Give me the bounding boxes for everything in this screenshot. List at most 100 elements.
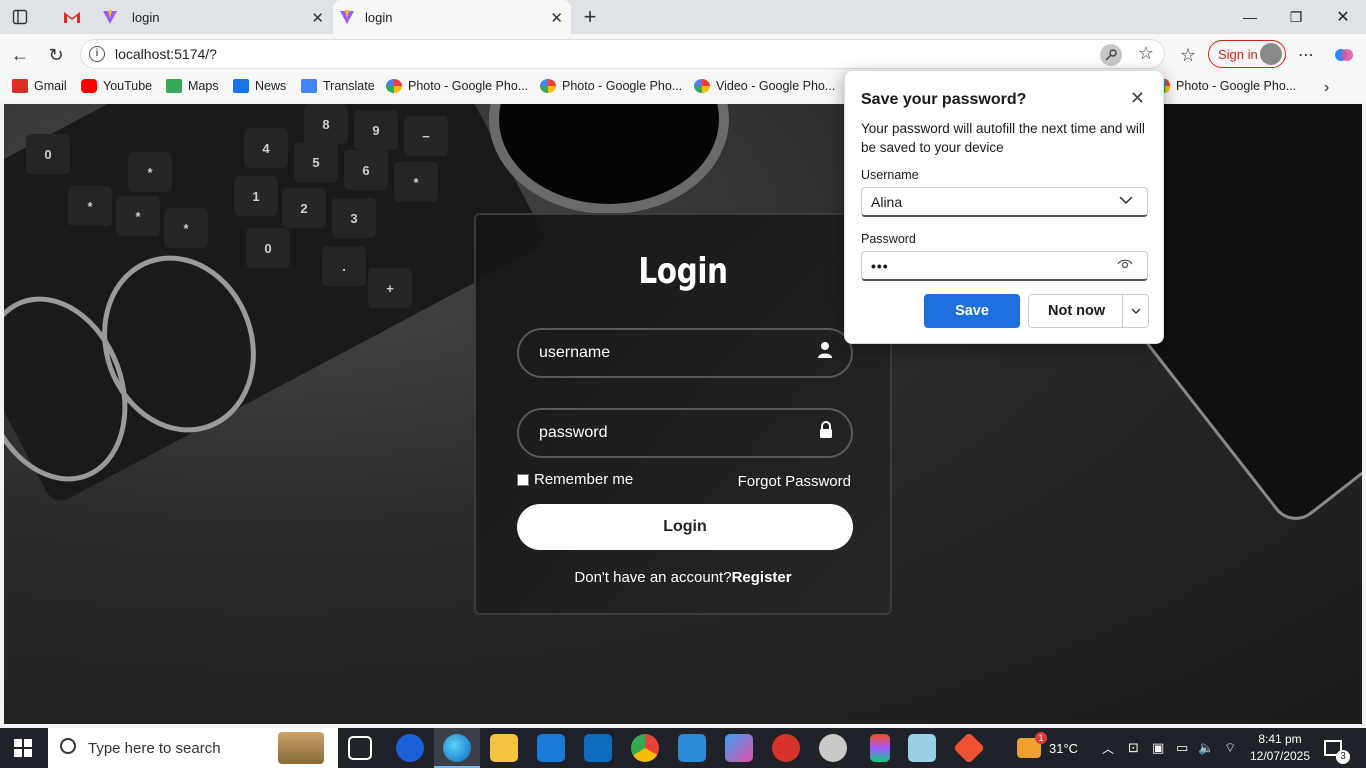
keyboard-key: 3	[332, 198, 376, 238]
battery-icon[interactable]: ▭	[1176, 728, 1188, 768]
bookmark-photo-1[interactable]: Photo - Google Pho...	[386, 79, 528, 93]
git-icon[interactable]	[953, 732, 985, 764]
bookmark-youtube[interactable]: YouTube	[81, 79, 152, 93]
bookmark-video[interactable]: Video - Google Pho...	[694, 79, 835, 93]
refresh-icon[interactable]: ↻	[42, 41, 70, 69]
keyboard-key: *	[164, 208, 208, 248]
chevron-down-icon[interactable]	[1122, 295, 1148, 327]
notifications-icon[interactable]: 3	[1324, 728, 1350, 768]
sidebar-toggle-icon[interactable]	[5, 5, 35, 29]
password-field[interactable]: •••	[861, 251, 1148, 281]
copilot-app-icon[interactable]	[725, 734, 753, 762]
bookmark-maps[interactable]: Maps	[166, 79, 219, 93]
chrome-icon[interactable]	[631, 734, 659, 762]
vscode-icon[interactable]	[678, 734, 706, 762]
coffee-mug-image	[489, 104, 729, 214]
weather-widget[interactable]: 1 31°C	[1017, 728, 1078, 768]
register-prompt-text: Don't have an account?	[574, 569, 732, 586]
display-icon[interactable]: ▣	[1152, 728, 1164, 768]
keyboard-key: 4	[244, 128, 288, 168]
favorites-icon[interactable]: ☆	[1174, 41, 1202, 69]
favorite-star-icon[interactable]: ☆	[1138, 43, 1154, 64]
more-icon[interactable]: ⋯	[1292, 41, 1320, 69]
password-input[interactable]: password	[517, 408, 853, 458]
network-icon[interactable]: ⊡	[1128, 728, 1139, 768]
close-tab-icon[interactable]: ✕	[311, 9, 324, 27]
url-text: localhost:5174/?	[115, 46, 217, 62]
volume-icon[interactable]: 🔈	[1198, 728, 1214, 768]
save-button[interactable]: Save	[924, 294, 1020, 328]
address-bar[interactable]: i localhost:5174/? ☆	[80, 39, 1165, 69]
tab-gmail[interactable]	[50, 0, 94, 34]
copilot-icon[interactable]	[1330, 41, 1358, 69]
bookmark-photo-3[interactable]: Photo - Google Pho...	[1160, 79, 1296, 93]
keyboard-key: 9	[354, 110, 398, 150]
username-value: Alina	[871, 193, 903, 210]
chevron-down-icon[interactable]	[1119, 194, 1133, 208]
eye-icon[interactable]	[1117, 258, 1133, 273]
new-tab-icon[interactable]: +	[575, 4, 605, 29]
figma-icon[interactable]	[870, 734, 890, 762]
store-icon[interactable]	[537, 734, 565, 762]
sign-in-button[interactable]: Sign in	[1208, 40, 1286, 68]
close-icon[interactable]: ✕	[1130, 88, 1145, 109]
username-input[interactable]: username	[517, 328, 853, 378]
key-icon[interactable]	[1100, 44, 1122, 66]
keyboard-key: 2	[282, 188, 326, 228]
clock-date: 12/07/2025	[1249, 749, 1311, 763]
keyboard-key: *	[394, 162, 438, 202]
bookmarks-overflow-chevron-icon[interactable]: ›	[1324, 79, 1329, 97]
navigation-bar: ← ↻ i localhost:5174/? ☆ ☆ Sign in ⋯	[0, 34, 1366, 74]
bookmark-photo-2[interactable]: Photo - Google Pho...	[540, 79, 682, 93]
not-now-button[interactable]: Not now	[1028, 294, 1149, 328]
bookmark-translate[interactable]: Translate	[301, 79, 375, 93]
keyboard-key: 5	[294, 142, 338, 182]
back-icon[interactable]: ←	[6, 41, 34, 69]
gmail-icon	[12, 79, 28, 93]
keyboard-key: +	[368, 268, 412, 308]
restore-icon[interactable]: ❐	[1273, 0, 1319, 34]
app-icon[interactable]	[819, 734, 847, 762]
bookmark-news[interactable]: News	[233, 79, 286, 93]
keyboard-key: 8	[304, 104, 348, 144]
keyboard-key: 6	[344, 150, 388, 190]
file-explorer-icon[interactable]	[490, 734, 518, 762]
search-icon	[60, 738, 76, 754]
avatar	[1260, 43, 1282, 65]
wps-icon[interactable]	[772, 734, 800, 762]
weather-badge: 1	[1035, 732, 1047, 744]
forgot-password-link[interactable]: Forgot Password	[738, 473, 851, 490]
bookmark-gmail[interactable]: Gmail	[12, 79, 67, 93]
translate-icon	[301, 79, 317, 93]
notepad-icon[interactable]	[908, 734, 936, 762]
remember-checkbox[interactable]	[517, 473, 529, 486]
wifi-icon[interactable]: ⌔	[1224, 728, 1236, 768]
tab-title: login	[365, 9, 393, 25]
keyboard-key: 0	[246, 228, 290, 268]
edge-icon[interactable]	[443, 734, 471, 762]
tab-login-2[interactable]: login ✕	[333, 0, 571, 34]
keyboard-key: 0	[26, 134, 70, 174]
outlook-icon[interactable]	[584, 734, 612, 762]
keyboard-key: *	[128, 152, 172, 192]
tab-login-1[interactable]: login ✕	[96, 0, 332, 34]
task-view-icon[interactable]	[348, 736, 372, 760]
windows-start-icon[interactable]	[14, 739, 32, 757]
search-highlight-image	[278, 732, 324, 764]
user-icon	[817, 341, 833, 364]
clock[interactable]: 8:41 pm 12/07/2025	[1243, 731, 1317, 765]
username-select[interactable]: Alina	[861, 187, 1148, 217]
remember-me[interactable]: Remember me	[517, 471, 633, 488]
close-window-icon[interactable]: ✕	[1320, 0, 1366, 34]
close-tab-icon[interactable]: ✕	[550, 9, 563, 27]
site-info-icon[interactable]: i	[89, 46, 105, 62]
login-button[interactable]: Login	[517, 504, 853, 550]
search-placeholder: Type here to search	[88, 739, 221, 757]
zoom-icon[interactable]	[396, 734, 424, 762]
tray-chevron-up-icon[interactable]: ︿	[1102, 728, 1114, 768]
minimize-icon[interactable]: —	[1227, 0, 1273, 34]
taskbar: Type here to search 1 31°C ︿ ⊡ ▣ ▭ 🔈 ⌔ 8…	[0, 728, 1366, 768]
register-link[interactable]: Register	[732, 569, 792, 586]
youtube-icon	[81, 79, 97, 93]
taskbar-search-box[interactable]: Type here to search	[48, 728, 338, 768]
